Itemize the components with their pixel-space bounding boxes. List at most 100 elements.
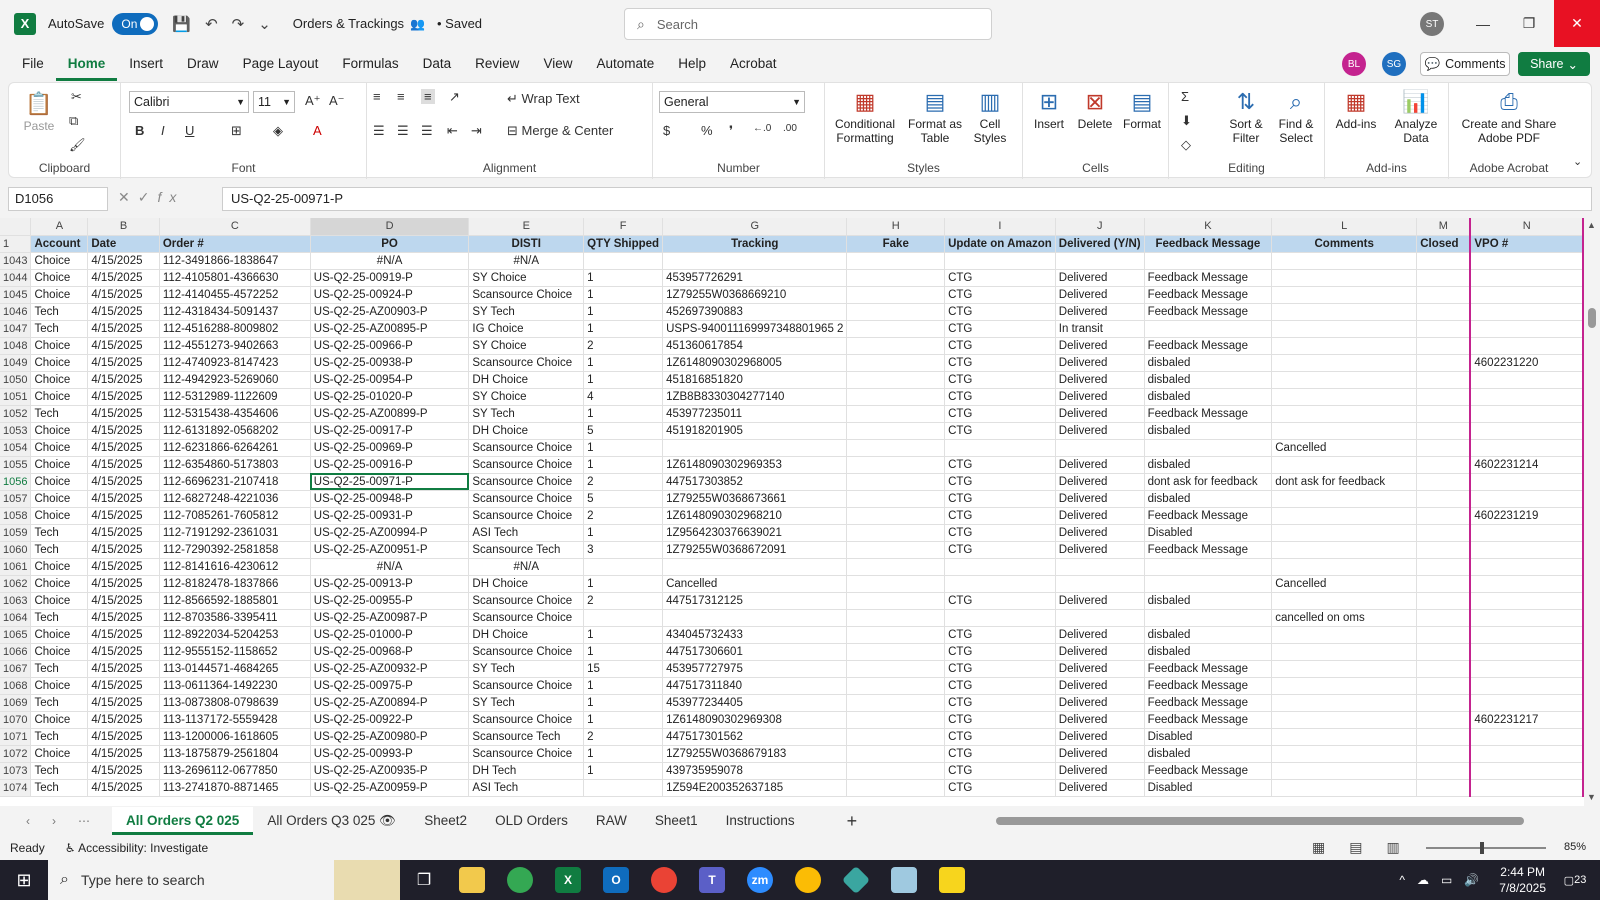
table-cell[interactable]: SY Choice [468,337,585,355]
table-cell[interactable]: 4/15/2025 [87,524,160,542]
table-cell[interactable]: Feedback Message [1144,303,1273,321]
format-cells-button[interactable]: ▤ Format [1119,87,1165,131]
table-cell[interactable]: 2 [583,507,664,525]
table-cell[interactable]: 112-5312989-1122609 [159,388,311,406]
table-cell[interactable]: 112-9555152-1158652 [159,643,311,661]
bold-button[interactable]: B [135,123,144,138]
table-cell[interactable] [1416,371,1471,389]
table-cell[interactable]: Feedback Message [1144,694,1273,712]
scroll-up-icon[interactable]: ▲ [1587,220,1596,230]
more-sheets-icon[interactable]: ⋯ [78,814,112,828]
table-cell[interactable] [1416,303,1471,321]
table-cell[interactable]: 4/15/2025 [87,762,160,780]
table-cell[interactable]: 4/15/2025 [87,422,160,440]
outlook-icon[interactable]: O [592,860,640,900]
table-cell[interactable] [1144,609,1273,627]
table-cell[interactable]: US-Q2-25-AZ00980-P [310,728,470,746]
sheet-tab-sheet2[interactable]: Sheet2 [410,807,481,835]
table-cell[interactable] [1271,269,1418,287]
table-cell[interactable]: 112-4942923-5269060 [159,371,311,389]
table-cell[interactable]: Scansource Choice [468,354,585,372]
column-header[interactable]: F [583,218,664,236]
table-cell[interactable] [1469,439,1584,457]
fill-icon[interactable]: ⬇ [1181,113,1192,129]
table-cell[interactable]: 1Z6148090302968005 [662,354,848,372]
find-select-button[interactable]: ⌕ Find & Select [1273,87,1319,145]
table-cell[interactable]: #N/A [310,558,470,576]
table-cell[interactable] [1416,762,1471,780]
row-number[interactable]: 1053 [0,422,32,440]
column-title[interactable]: Comments [1271,235,1418,253]
row-number[interactable]: 1052 [0,405,32,423]
row-number[interactable]: 1070 [0,711,32,729]
zoom-app-icon[interactable]: zm [736,860,784,900]
row-number[interactable]: 1 [0,235,32,253]
table-cell[interactable]: disbaled [1144,745,1273,763]
table-cell[interactable]: Delivered [1055,541,1145,559]
table-cell[interactable]: Delivered [1055,660,1145,678]
horizontal-scroll-thumb[interactable] [996,817,1524,825]
table-cell[interactable]: CTG [944,354,1056,372]
table-cell[interactable] [1271,456,1418,474]
table-cell[interactable]: 1 [583,677,664,695]
column-header[interactable]: B [87,218,160,236]
tab-draw[interactable]: Draw [175,47,231,81]
table-cell[interactable]: Scansource Choice [468,490,585,508]
table-cell[interactable]: 4602231219 [1469,507,1584,525]
increase-font-icon[interactable]: A⁺ [305,93,321,109]
table-cell[interactable] [944,609,1056,627]
table-cell[interactable] [944,558,1056,576]
taskbar-search[interactable]: ⌕ Type here to search [48,860,334,900]
table-cell[interactable] [1416,660,1471,678]
row-number[interactable]: 1067 [0,660,32,678]
table-cell[interactable] [846,269,946,287]
tab-data[interactable]: Data [411,47,464,81]
row-number[interactable]: 1044 [0,269,32,287]
column-title[interactable]: Delivered (Y/N) [1055,235,1145,253]
table-cell[interactable]: 4/15/2025 [87,575,160,593]
row-number[interactable]: 1048 [0,337,32,355]
table-cell[interactable]: US-Q2-25-00968-P [310,643,470,661]
table-cell[interactable]: 1 [583,711,664,729]
table-cell[interactable]: 4/15/2025 [87,643,160,661]
table-cell[interactable]: CTG [944,507,1056,525]
table-cell[interactable] [944,575,1056,593]
table-cell[interactable]: Disabled [1144,779,1273,797]
table-cell[interactable] [662,609,848,627]
table-cell[interactable]: 1 [583,269,664,287]
table-cell[interactable]: CTG [944,694,1056,712]
table-cell[interactable] [1416,405,1471,423]
tab-review[interactable]: Review [463,47,531,81]
table-cell[interactable] [1469,745,1584,763]
table-cell[interactable] [1469,558,1584,576]
conditional-formatting-button[interactable]: ▦ Conditional Formatting [825,87,905,145]
table-cell[interactable]: 113-0873808-0798639 [159,694,311,712]
align-left-icon[interactable]: ☰ [373,123,385,139]
table-cell[interactable]: Tech [30,762,89,780]
table-cell[interactable]: 15 [583,660,664,678]
table-cell[interactable]: DH Tech [468,762,585,780]
table-cell[interactable]: US-Q2-25-00993-P [310,745,470,763]
table-cell[interactable]: US-Q2-25-00913-P [310,575,470,593]
row-number[interactable]: 1064 [0,609,32,627]
table-cell[interactable]: CTG [944,320,1056,338]
table-cell[interactable]: 4/15/2025 [87,541,160,559]
table-cell[interactable]: 4/15/2025 [87,371,160,389]
row-number[interactable]: 1060 [0,541,32,559]
table-cell[interactable]: USPS-940011169997348801965 2 [662,320,848,338]
table-cell[interactable]: disbaled [1144,456,1273,474]
table-cell[interactable]: Scansource Choice [468,677,585,695]
table-cell[interactable]: 1 [583,371,664,389]
table-cell[interactable] [1271,541,1418,559]
table-cell[interactable]: 112-5315438-4354606 [159,405,311,423]
decrease-indent-icon[interactable]: ⇤ [447,123,458,139]
table-cell[interactable]: DH Choice [468,371,585,389]
table-cell[interactable] [846,575,946,593]
table-cell[interactable]: CTG [944,269,1056,287]
column-header[interactable]: N [1469,218,1584,236]
table-cell[interactable]: disbaled [1144,626,1273,644]
page-break-view-icon[interactable]: ▥ [1386,839,1423,855]
number-format-select[interactable]: General ▼ [659,91,805,113]
horizontal-scrollbar[interactable] [990,816,1580,826]
vertical-scrollbar[interactable]: ▲ ▼ [1584,218,1600,806]
